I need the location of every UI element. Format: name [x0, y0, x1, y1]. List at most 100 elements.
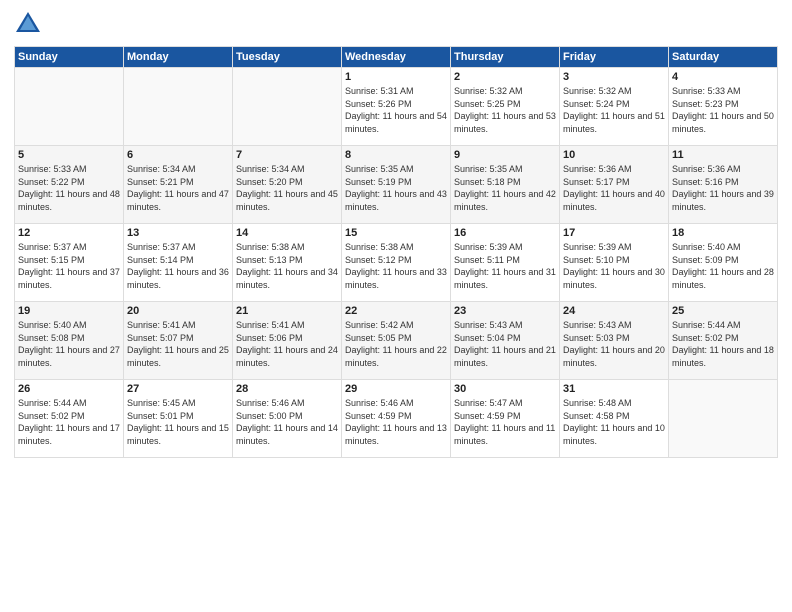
- calendar-cell: 21 Sunrise: 5:41 AM Sunset: 5:06 PM Dayli…: [233, 302, 342, 380]
- day-number: 17: [563, 227, 665, 239]
- day-number: 29: [345, 383, 447, 395]
- day-info: Sunrise: 5:33 AM Sunset: 5:22 PM Dayligh…: [18, 163, 120, 213]
- calendar-cell: 11 Sunrise: 5:36 AM Sunset: 5:16 PM Dayli…: [669, 146, 778, 224]
- calendar-cell: 5 Sunrise: 5:33 AM Sunset: 5:22 PM Daylig…: [15, 146, 124, 224]
- calendar-cell: 31 Sunrise: 5:48 AM Sunset: 4:58 PM Dayli…: [560, 380, 669, 458]
- day-info: Sunrise: 5:34 AM Sunset: 5:20 PM Dayligh…: [236, 163, 338, 213]
- day-info: Sunrise: 5:35 AM Sunset: 5:19 PM Dayligh…: [345, 163, 447, 213]
- calendar-cell: 4 Sunrise: 5:33 AM Sunset: 5:23 PM Daylig…: [669, 68, 778, 146]
- calendar-week-row: 26Sunrise: 5:44 AM Sunset: 5:02 PM Dayli…: [15, 380, 778, 458]
- day-info: Sunrise: 5:45 AM Sunset: 5:01 PM Dayligh…: [127, 397, 229, 447]
- weekday-header: Friday: [560, 47, 669, 68]
- day-info: Sunrise: 5:44 AM Sunset: 5:02 PM Dayligh…: [672, 319, 774, 369]
- day-info: Sunrise: 5:34 AM Sunset: 5:21 PM Dayligh…: [127, 163, 229, 213]
- calendar-week-row: 5 Sunrise: 5:33 AM Sunset: 5:22 PM Daylig…: [15, 146, 778, 224]
- day-info: Sunrise: 5:32 AM Sunset: 5:24 PM Dayligh…: [563, 85, 665, 135]
- calendar-cell: 18 Sunrise: 5:40 AM Sunset: 5:09 PM Dayli…: [669, 224, 778, 302]
- day-number: 4: [672, 71, 774, 83]
- day-number: 9: [454, 149, 556, 161]
- day-info: Sunrise: 5:42 AM Sunset: 5:05 PM Dayligh…: [345, 319, 447, 369]
- calendar-cell: 26Sunrise: 5:44 AM Sunset: 5:02 PM Dayli…: [15, 380, 124, 458]
- day-number: 25: [672, 305, 774, 317]
- calendar-cell: 1 Sunrise: 5:31 AM Sunset: 5:26 PM Daylig…: [342, 68, 451, 146]
- day-number: 7: [236, 149, 338, 161]
- calendar-cell: 7 Sunrise: 5:34 AM Sunset: 5:20 PM Daylig…: [233, 146, 342, 224]
- day-number: 13: [127, 227, 229, 239]
- calendar-cell: 27 Sunrise: 5:45 AM Sunset: 5:01 PM Dayli…: [124, 380, 233, 458]
- day-info: Sunrise: 5:40 AM Sunset: 5:09 PM Dayligh…: [672, 241, 774, 291]
- day-number: 21: [236, 305, 338, 317]
- day-number: 22: [345, 305, 447, 317]
- day-info: Sunrise: 5:33 AM Sunset: 5:23 PM Dayligh…: [672, 85, 774, 135]
- calendar-week-row: 1 Sunrise: 5:31 AM Sunset: 5:26 PM Daylig…: [15, 68, 778, 146]
- weekday-header: Wednesday: [342, 47, 451, 68]
- day-number: 23: [454, 305, 556, 317]
- day-number: 24: [563, 305, 665, 317]
- calendar-week-row: 12 Sunrise: 5:37 AM Sunset: 5:15 PM Dayli…: [15, 224, 778, 302]
- page-header: [14, 10, 778, 38]
- day-info: Sunrise: 5:39 AM Sunset: 5:10 PM Dayligh…: [563, 241, 665, 291]
- day-info: Sunrise: 5:43 AM Sunset: 5:03 PM Dayligh…: [563, 319, 665, 369]
- day-info: Sunrise: 5:41 AM Sunset: 5:07 PM Dayligh…: [127, 319, 229, 369]
- day-info: Sunrise: 5:36 AM Sunset: 5:16 PM Dayligh…: [672, 163, 774, 213]
- day-info: Sunrise: 5:37 AM Sunset: 5:15 PM Dayligh…: [18, 241, 120, 291]
- calendar-cell: 22 Sunrise: 5:42 AM Sunset: 5:05 PM Dayli…: [342, 302, 451, 380]
- page-container: SundayMondayTuesdayWednesdayThursdayFrid…: [0, 0, 792, 612]
- calendar-cell: 6 Sunrise: 5:34 AM Sunset: 5:21 PM Daylig…: [124, 146, 233, 224]
- calendar-cell: [233, 68, 342, 146]
- day-info: Sunrise: 5:37 AM Sunset: 5:14 PM Dayligh…: [127, 241, 229, 291]
- day-info: Sunrise: 5:39 AM Sunset: 5:11 PM Dayligh…: [454, 241, 556, 291]
- day-number: 8: [345, 149, 447, 161]
- day-number: 28: [236, 383, 338, 395]
- weekday-header: Sunday: [15, 47, 124, 68]
- day-number: 27: [127, 383, 229, 395]
- header-row: SundayMondayTuesdayWednesdayThursdayFrid…: [15, 47, 778, 68]
- day-info: Sunrise: 5:31 AM Sunset: 5:26 PM Dayligh…: [345, 85, 447, 135]
- day-number: 18: [672, 227, 774, 239]
- calendar-cell: 16 Sunrise: 5:39 AM Sunset: 5:11 PM Dayli…: [451, 224, 560, 302]
- calendar-table: SundayMondayTuesdayWednesdayThursdayFrid…: [14, 46, 778, 458]
- day-number: 30: [454, 383, 556, 395]
- day-info: Sunrise: 5:46 AM Sunset: 4:59 PM Dayligh…: [345, 397, 447, 447]
- day-info: Sunrise: 5:38 AM Sunset: 5:13 PM Dayligh…: [236, 241, 338, 291]
- calendar-cell: 14Sunrise: 5:38 AM Sunset: 5:13 PM Dayli…: [233, 224, 342, 302]
- day-number: 11: [672, 149, 774, 161]
- day-number: 10: [563, 149, 665, 161]
- calendar-cell: 25 Sunrise: 5:44 AM Sunset: 5:02 PM Dayli…: [669, 302, 778, 380]
- calendar-cell: 9Sunrise: 5:35 AM Sunset: 5:18 PM Daylig…: [451, 146, 560, 224]
- day-number: 5: [18, 149, 120, 161]
- day-number: 16: [454, 227, 556, 239]
- day-number: 6: [127, 149, 229, 161]
- calendar-week-row: 19Sunrise: 5:40 AM Sunset: 5:08 PM Dayli…: [15, 302, 778, 380]
- logo: [14, 10, 46, 38]
- weekday-header: Thursday: [451, 47, 560, 68]
- day-info: Sunrise: 5:36 AM Sunset: 5:17 PM Dayligh…: [563, 163, 665, 213]
- day-info: Sunrise: 5:48 AM Sunset: 4:58 PM Dayligh…: [563, 397, 665, 447]
- weekday-header: Saturday: [669, 47, 778, 68]
- calendar-cell: 28 Sunrise: 5:46 AM Sunset: 5:00 PM Dayli…: [233, 380, 342, 458]
- day-number: 31: [563, 383, 665, 395]
- calendar-cell: 8 Sunrise: 5:35 AM Sunset: 5:19 PM Daylig…: [342, 146, 451, 224]
- calendar-cell: 12 Sunrise: 5:37 AM Sunset: 5:15 PM Dayli…: [15, 224, 124, 302]
- day-info: Sunrise: 5:46 AM Sunset: 5:00 PM Dayligh…: [236, 397, 338, 447]
- logo-icon: [14, 10, 42, 38]
- day-info: Sunrise: 5:40 AM Sunset: 5:08 PM Dayligh…: [18, 319, 120, 369]
- day-info: Sunrise: 5:38 AM Sunset: 5:12 PM Dayligh…: [345, 241, 447, 291]
- day-number: 15: [345, 227, 447, 239]
- day-number: 12: [18, 227, 120, 239]
- calendar-cell: 3 Sunrise: 5:32 AM Sunset: 5:24 PM Daylig…: [560, 68, 669, 146]
- day-info: Sunrise: 5:47 AM Sunset: 4:59 PM Dayligh…: [454, 397, 556, 447]
- calendar-cell: 17 Sunrise: 5:39 AM Sunset: 5:10 PM Dayli…: [560, 224, 669, 302]
- day-number: 20: [127, 305, 229, 317]
- weekday-header: Tuesday: [233, 47, 342, 68]
- day-info: Sunrise: 5:41 AM Sunset: 5:06 PM Dayligh…: [236, 319, 338, 369]
- weekday-header: Monday: [124, 47, 233, 68]
- calendar-cell: 10 Sunrise: 5:36 AM Sunset: 5:17 PM Dayli…: [560, 146, 669, 224]
- day-info: Sunrise: 5:32 AM Sunset: 5:25 PM Dayligh…: [454, 85, 556, 135]
- calendar-cell: 20 Sunrise: 5:41 AM Sunset: 5:07 PM Dayli…: [124, 302, 233, 380]
- calendar-cell: 29 Sunrise: 5:46 AM Sunset: 4:59 PM Dayli…: [342, 380, 451, 458]
- day-number: 1: [345, 71, 447, 83]
- day-info: Sunrise: 5:43 AM Sunset: 5:04 PM Dayligh…: [454, 319, 556, 369]
- day-number: 3: [563, 71, 665, 83]
- calendar-cell: 19Sunrise: 5:40 AM Sunset: 5:08 PM Dayli…: [15, 302, 124, 380]
